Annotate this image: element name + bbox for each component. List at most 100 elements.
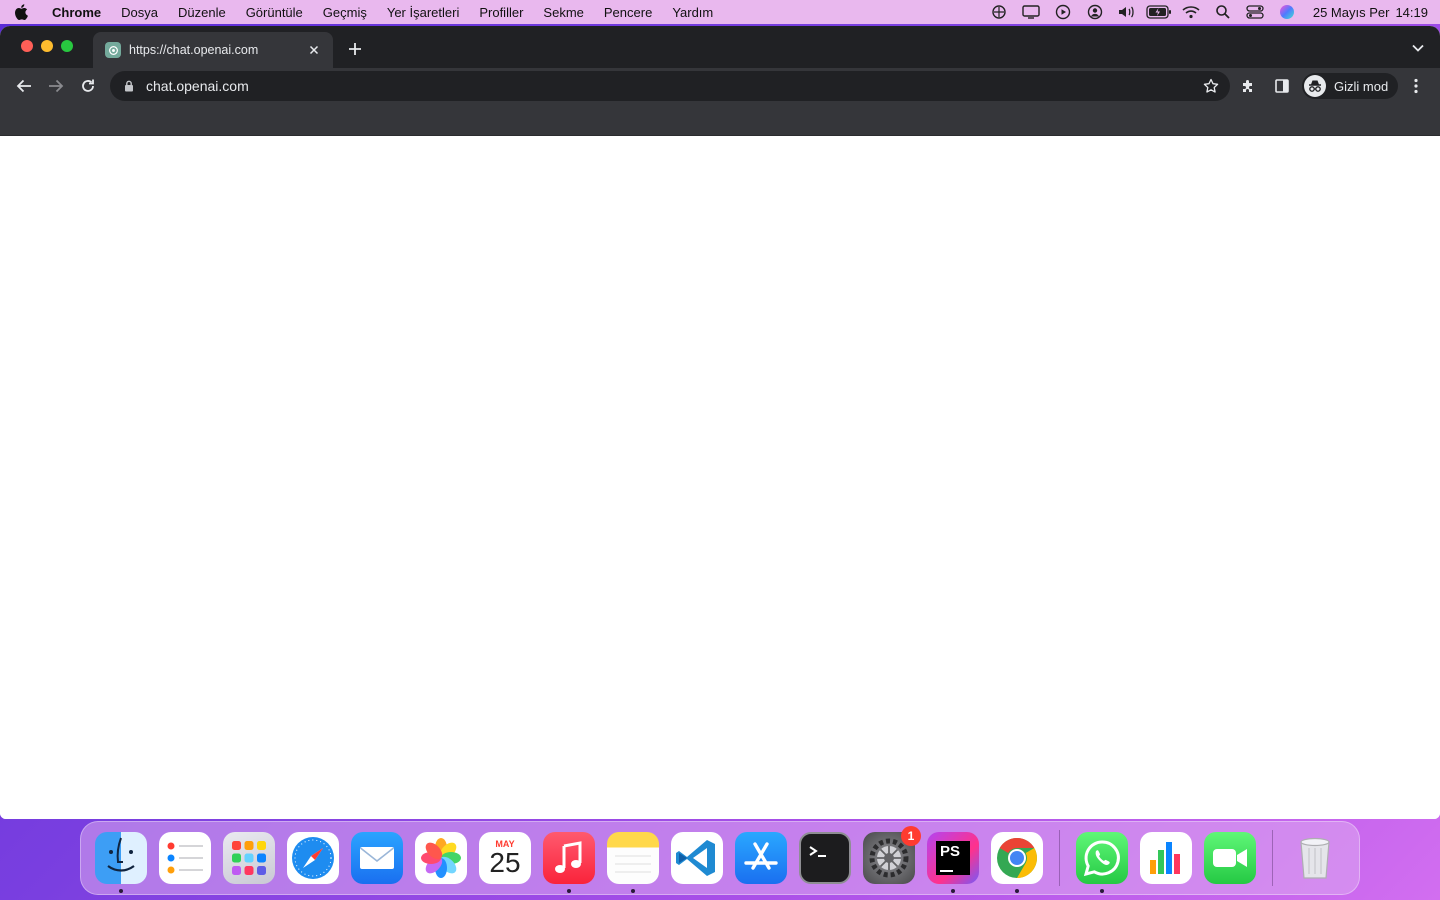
numbers-chart-icon — [1140, 832, 1192, 884]
openai-icon — [105, 42, 121, 58]
chrome-icon — [991, 832, 1043, 884]
menu-item-file[interactable]: Dosya — [111, 5, 168, 20]
menu-bar-clock[interactable]: 25 Mayıs Per 14:19 — [1303, 5, 1428, 20]
trash-icon — [1289, 832, 1341, 884]
close-window-button[interactable] — [21, 40, 33, 52]
menu-item-tab[interactable]: Sekme — [533, 5, 593, 20]
wifi-icon[interactable] — [1175, 0, 1207, 24]
dock-separator — [1272, 830, 1273, 886]
siri-icon[interactable] — [1271, 0, 1303, 24]
tab-chat-openai[interactable]: https://chat.openai.com — [93, 32, 333, 68]
chevron-down-icon[interactable] — [1410, 40, 1426, 56]
dock-app-facetime[interactable] — [1204, 832, 1256, 884]
chrome-window: https://chat.openai.com chat.openai.com — [0, 26, 1440, 819]
dock-separator — [1059, 830, 1060, 886]
tab-strip: https://chat.openai.com — [0, 26, 1440, 68]
copilot-icon[interactable] — [983, 0, 1015, 24]
phpstorm-label: PS — [940, 843, 961, 860]
bookmarks-bar — [0, 104, 1440, 136]
mail-envelope-icon — [351, 832, 403, 884]
dock-app-calendar[interactable]: MAY 25 — [479, 832, 531, 884]
menu-bar-time: 14:19 — [1395, 4, 1428, 20]
user-account-icon[interactable] — [1079, 0, 1111, 24]
notification-badge: 1 — [901, 826, 921, 846]
back-icon[interactable] — [8, 70, 40, 102]
dock-app-finder[interactable] — [95, 832, 147, 893]
incognito-profile-button[interactable]: Gizli mod — [1302, 73, 1399, 99]
menu-app-name[interactable]: Chrome — [40, 5, 111, 20]
control-center-icon[interactable] — [1239, 0, 1271, 24]
whatsapp-icon — [1076, 832, 1128, 884]
battery-charging-icon[interactable] — [1143, 0, 1175, 24]
menu-item-help[interactable]: Yardım — [662, 5, 723, 20]
dock-app-reminders[interactable] — [159, 832, 211, 884]
facetime-camera-icon — [1204, 832, 1256, 884]
incognito-icon — [1304, 75, 1326, 97]
running-indicator — [951, 889, 955, 893]
dock: MAY 25 1 PS — [80, 821, 1360, 895]
forward-icon[interactable] — [40, 70, 72, 102]
notes-icon — [607, 832, 659, 884]
running-indicator — [1015, 889, 1019, 893]
menu-item-profiles[interactable]: Profiller — [469, 5, 533, 20]
dock-app-mail[interactable] — [351, 832, 403, 884]
lock-icon[interactable] — [122, 79, 136, 93]
tab-title: https://chat.openai.com — [129, 43, 259, 57]
address-bar[interactable]: chat.openai.com — [110, 71, 1230, 101]
reload-icon[interactable] — [72, 70, 104, 102]
app-store-icon — [735, 832, 787, 884]
vscode-icon — [671, 832, 723, 884]
play-icon[interactable] — [1047, 0, 1079, 24]
close-tab-icon[interactable] — [305, 41, 323, 59]
dock-app-phpstorm[interactable]: PS — [927, 832, 979, 893]
menu-item-view[interactable]: Görüntüle — [236, 5, 313, 20]
photos-flower-icon — [415, 832, 467, 884]
menu-item-window[interactable]: Pencere — [594, 5, 662, 20]
dock-app-music[interactable] — [543, 832, 595, 893]
extensions-puzzle-icon[interactable] — [1232, 70, 1264, 102]
running-indicator — [119, 889, 123, 893]
minimize-window-button[interactable] — [41, 40, 53, 52]
reminders-icon — [159, 832, 211, 884]
phpstorm-underline — [940, 870, 953, 872]
bookmark-star-icon[interactable] — [1202, 77, 1220, 95]
running-indicator — [631, 889, 635, 893]
menu-item-edit[interactable]: Düzenle — [168, 5, 236, 20]
dock-app-photos[interactable] — [415, 832, 467, 884]
more-menu-icon[interactable] — [1402, 70, 1430, 102]
dock-app-safari[interactable] — [287, 832, 339, 884]
dock-app-system-settings[interactable]: 1 — [863, 826, 921, 884]
menu-bar-right: 25 Mayıs Per 14:19 — [983, 0, 1428, 24]
dock-app-terminal[interactable] — [799, 832, 851, 884]
fullscreen-window-button[interactable] — [61, 40, 73, 52]
side-panel-icon[interactable] — [1266, 70, 1298, 102]
terminal-icon — [799, 832, 851, 884]
dock-app-app-store[interactable] — [735, 832, 787, 884]
dock-app-launchpad[interactable] — [223, 832, 275, 884]
apple-menu-icon[interactable] — [14, 4, 40, 20]
dock-app-notes[interactable] — [607, 832, 659, 893]
menu-item-history[interactable]: Geçmiş — [313, 5, 377, 20]
music-note-icon — [543, 832, 595, 884]
dock-app-whatsapp[interactable] — [1076, 832, 1128, 893]
calendar-day: 25 — [489, 847, 521, 878]
page-content[interactable] — [0, 136, 1440, 819]
calendar-icon: MAY 25 — [479, 832, 531, 884]
browser-toolbar: chat.openai.com Gizli mod — [0, 68, 1440, 104]
new-tab-icon[interactable] — [344, 38, 366, 60]
dock-app-chrome[interactable] — [991, 832, 1043, 893]
spotlight-search-icon[interactable] — [1207, 0, 1239, 24]
volume-icon[interactable] — [1111, 0, 1143, 24]
dock-trash[interactable] — [1289, 832, 1341, 884]
launchpad-icon — [223, 832, 275, 884]
screen-mirroring-icon[interactable] — [1015, 0, 1047, 24]
menu-bar-left: Chrome Dosya Düzenle Görüntüle Geçmiş Ye… — [14, 0, 723, 24]
finder-icon — [95, 832, 147, 884]
menu-bar: Chrome Dosya Düzenle Görüntüle Geçmiş Ye… — [0, 0, 1440, 24]
url-text[interactable]: chat.openai.com — [146, 78, 1202, 94]
dock-app-vscode[interactable] — [671, 832, 723, 884]
running-indicator — [1100, 889, 1104, 893]
menu-item-bookmarks[interactable]: Yer İşaretleri — [377, 5, 470, 20]
incognito-label: Gizli mod — [1334, 78, 1389, 94]
dock-app-numbers[interactable] — [1140, 832, 1192, 884]
